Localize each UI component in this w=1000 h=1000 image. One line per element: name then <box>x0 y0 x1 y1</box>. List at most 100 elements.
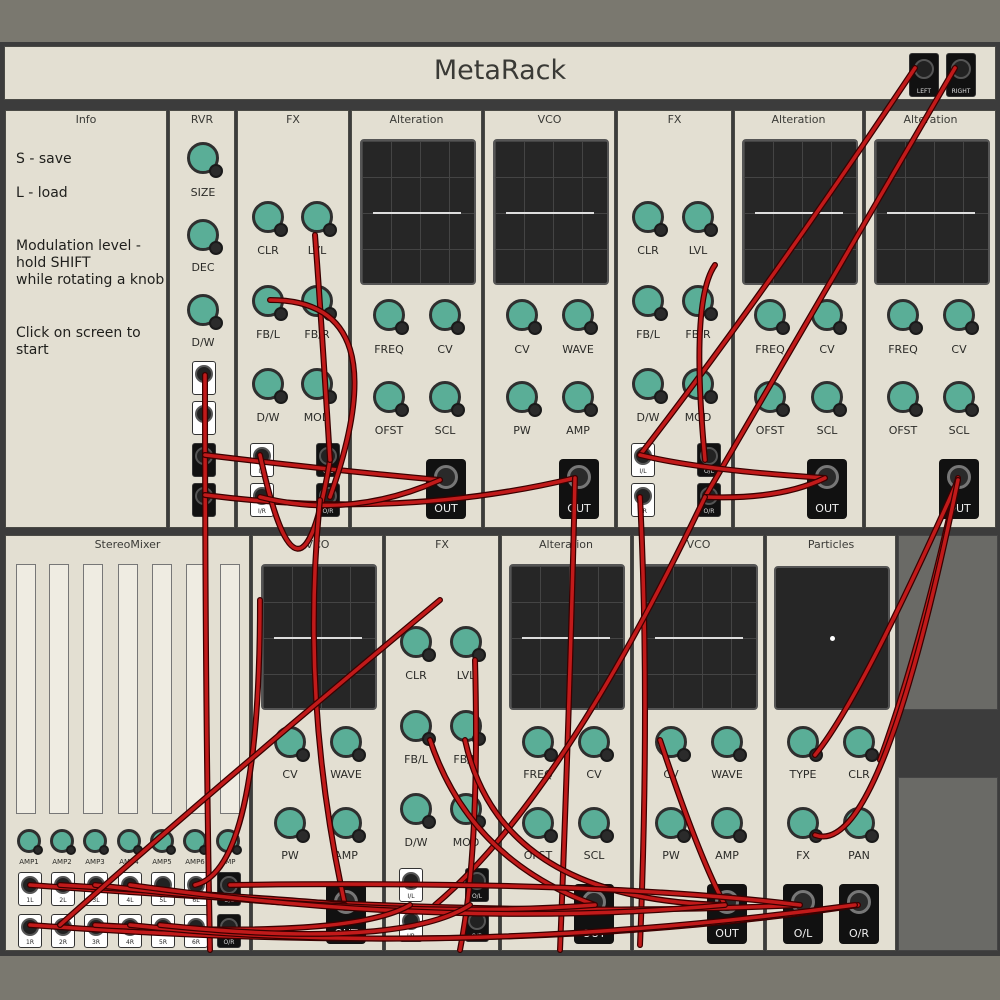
mixer-amp-master-knob[interactable] <box>216 829 242 855</box>
fx-dw-knob[interactable] <box>252 368 288 404</box>
alteration-out-jack[interactable]: OUT <box>807 459 847 519</box>
fx-lvl-knob[interactable] <box>301 201 337 237</box>
particles-screen[interactable] <box>774 566 890 710</box>
fx-or-jack[interactable]: O/R <box>316 483 340 517</box>
alteration-scope[interactable] <box>874 139 990 285</box>
alteration-freq-knob[interactable] <box>887 299 923 335</box>
alteration-out-jack[interactable]: OUT <box>574 884 614 944</box>
fx-ol-jack[interactable]: O/L <box>465 868 489 902</box>
fx-il-jack[interactable]: I/L <box>399 868 423 902</box>
alteration-cv-knob[interactable] <box>943 299 979 335</box>
vco-scope[interactable] <box>642 564 758 710</box>
alteration-scope[interactable] <box>742 139 858 285</box>
alteration-scope[interactable] <box>509 564 625 710</box>
alteration-scl-knob[interactable] <box>429 381 465 417</box>
vco-amp-knob[interactable] <box>711 807 747 843</box>
vco-cv-knob[interactable] <box>506 299 542 335</box>
fx-mod-knob[interactable] <box>301 368 337 404</box>
fx-il-jack[interactable]: I/L <box>250 443 274 477</box>
output-left-jack[interactable]: LEFT <box>909 53 939 97</box>
alteration-ofst-knob[interactable] <box>373 381 409 417</box>
alteration-ofst-knob[interactable] <box>754 381 790 417</box>
fx-dw-knob[interactable] <box>400 793 436 829</box>
alteration-freq-knob[interactable] <box>522 726 558 762</box>
mixer-fader-2[interactable] <box>49 564 69 814</box>
fx-il-jack[interactable]: I/L <box>631 443 655 477</box>
vco-amp-knob[interactable] <box>562 381 598 417</box>
vco-pw-knob[interactable] <box>655 807 691 843</box>
rvr-out-l-jack[interactable] <box>192 443 216 477</box>
vco-amp-knob[interactable] <box>330 807 366 843</box>
particles-ol-jack[interactable]: O/L <box>783 884 823 944</box>
vco-wave-knob[interactable] <box>711 726 747 762</box>
mixer-ol-jack[interactable]: O/L <box>217 872 241 906</box>
particles-clr-knob[interactable] <box>843 726 879 762</box>
vco-out-jack[interactable]: OUT <box>707 884 747 944</box>
alteration-scl-knob[interactable] <box>578 807 614 843</box>
mixer-fader-5[interactable] <box>152 564 172 814</box>
mixer-5l-jack[interactable]: 5L <box>151 872 175 906</box>
mixer-amp2-knob[interactable] <box>50 829 76 855</box>
mixer-4l-jack[interactable]: 4L <box>118 872 142 906</box>
mixer-fader-6[interactable] <box>186 564 206 814</box>
mixer-fader-3[interactable] <box>83 564 103 814</box>
alteration-cv-knob[interactable] <box>811 299 847 335</box>
output-right-jack[interactable]: RIGHT <box>946 53 976 97</box>
vco-cv-knob[interactable] <box>274 726 310 762</box>
alteration-scl-knob[interactable] <box>943 381 979 417</box>
fx-or-jack[interactable]: O/R <box>465 908 489 942</box>
fx-mod-knob[interactable] <box>682 368 718 404</box>
fx-fbl-knob[interactable] <box>252 285 288 321</box>
mixer-amp5-knob[interactable] <box>150 829 176 855</box>
vco-scope[interactable] <box>261 564 377 710</box>
vco-pw-knob[interactable] <box>506 381 542 417</box>
rvr-dw-knob[interactable] <box>187 294 223 330</box>
rvr-dec-knob[interactable] <box>187 219 223 255</box>
mixer-2l-jack[interactable]: 2L <box>51 872 75 906</box>
fx-ir-jack[interactable]: I/R <box>250 483 274 517</box>
fx-ir-jack[interactable]: I/R <box>631 483 655 517</box>
vco-pw-knob[interactable] <box>274 807 310 843</box>
fx-clr-knob[interactable] <box>632 201 668 237</box>
particles-fx-knob[interactable] <box>787 807 823 843</box>
alteration-cv-knob[interactable] <box>578 726 614 762</box>
vco-wave-knob[interactable] <box>562 299 598 335</box>
alteration-out-jack[interactable]: OUT <box>426 459 466 519</box>
mixer-3r-jack[interactable]: 3R <box>84 914 108 948</box>
alteration-ofst-knob[interactable] <box>522 807 558 843</box>
fx-ol-jack[interactable]: O/L <box>697 443 721 477</box>
particles-or-jack[interactable]: O/R <box>839 884 879 944</box>
alteration-freq-knob[interactable] <box>754 299 790 335</box>
mixer-1l-jack[interactable]: 1L <box>18 872 42 906</box>
fx-ol-jack[interactable]: O/L <box>316 443 340 477</box>
alteration-scope[interactable] <box>360 139 476 285</box>
mixer-amp3-knob[interactable] <box>83 829 109 855</box>
alteration-cv-knob[interactable] <box>429 299 465 335</box>
mixer-fader-1[interactable] <box>16 564 36 814</box>
fx-lvl-knob[interactable] <box>450 626 486 662</box>
fx-clr-knob[interactable] <box>400 626 436 662</box>
rvr-in-r-jack[interactable] <box>192 401 216 435</box>
mixer-6r-jack[interactable]: 6R <box>184 914 208 948</box>
particles-type-knob[interactable] <box>787 726 823 762</box>
alteration-scl-knob[interactable] <box>811 381 847 417</box>
vco-out-jack[interactable]: OUT <box>326 884 366 944</box>
vco-scope[interactable] <box>493 139 609 285</box>
fx-fbr-knob[interactable] <box>450 710 486 746</box>
mixer-amp1-knob[interactable] <box>17 829 43 855</box>
fx-ir-jack[interactable]: I/R <box>399 908 423 942</box>
mixer-amp4-knob[interactable] <box>117 829 143 855</box>
fx-fbl-knob[interactable] <box>400 710 436 746</box>
mixer-6l-jack[interactable]: 6L <box>184 872 208 906</box>
vco-cv-knob[interactable] <box>655 726 691 762</box>
fx-dw-knob[interactable] <box>632 368 668 404</box>
rvr-size-knob[interactable] <box>187 142 223 178</box>
mixer-5r-jack[interactable]: 5R <box>151 914 175 948</box>
fx-fbl-knob[interactable] <box>632 285 668 321</box>
fx-mod-knob[interactable] <box>450 793 486 829</box>
fx-or-jack[interactable]: O/R <box>697 483 721 517</box>
alteration-freq-knob[interactable] <box>373 299 409 335</box>
mixer-4r-jack[interactable]: 4R <box>118 914 142 948</box>
mixer-2r-jack[interactable]: 2R <box>51 914 75 948</box>
fx-lvl-knob[interactable] <box>682 201 718 237</box>
